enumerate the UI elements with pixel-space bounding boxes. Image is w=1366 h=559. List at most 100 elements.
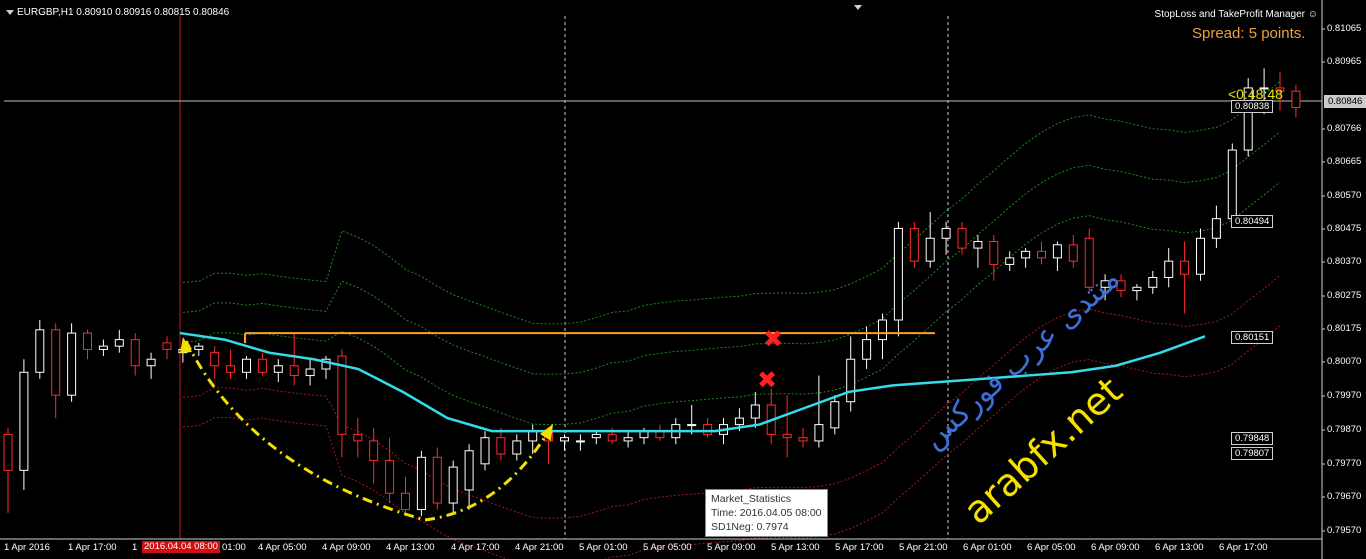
candle-body	[114, 339, 124, 347]
candle	[432, 447, 442, 510]
candle	[560, 434, 569, 451]
candle	[67, 323, 77, 402]
price-axis-label: 0.80370	[1327, 256, 1362, 267]
price-axis-label: 0.81065	[1327, 23, 1362, 34]
candle-body	[798, 437, 808, 442]
time-axis-label: 1 Apr 2016	[4, 542, 50, 553]
candle-body	[194, 345, 204, 350]
candle-body	[734, 417, 744, 426]
price-axis-label: 0.80965	[1327, 56, 1362, 67]
candle-body	[703, 424, 713, 435]
band-upper-2	[182, 131, 1281, 375]
candle-body	[353, 433, 363, 442]
candle-body	[1037, 250, 1046, 259]
time-axis-label: 5 Apr 09:00	[707, 542, 756, 553]
triangle-down-icon	[6, 9, 14, 15]
candle	[1148, 270, 1158, 294]
candle	[1164, 248, 1174, 288]
candle	[464, 444, 474, 510]
candle-body	[35, 329, 45, 373]
candle	[1291, 84, 1301, 118]
chart-shift-marker	[854, 5, 862, 10]
candle	[1037, 241, 1046, 265]
current-price-tag: 0.80846	[1324, 95, 1366, 108]
time-axis-label: 4 Apr 13:00	[386, 542, 435, 553]
candle-body	[305, 368, 315, 377]
candle-body	[1164, 260, 1174, 278]
candle	[1052, 241, 1062, 271]
candle	[957, 221, 967, 255]
time-axis-label: 1	[132, 542, 138, 553]
axis-frame	[0, 0, 1325, 559]
price-axis-label: 0.79970	[1327, 390, 1362, 401]
candle-body	[210, 352, 220, 367]
candle-body	[273, 365, 283, 373]
candle	[305, 359, 315, 386]
candle	[226, 349, 236, 379]
candle	[98, 339, 108, 356]
candle-body	[750, 404, 760, 419]
chart-canvas[interactable]	[0, 0, 1366, 559]
candle-body	[1132, 286, 1142, 292]
candle	[878, 313, 887, 360]
candle	[496, 427, 506, 461]
time-axis-label: 1 Apr 17:00	[68, 542, 117, 553]
candle-body	[1021, 250, 1031, 259]
candle	[146, 352, 156, 379]
price-tag-level1: 0.80838	[1231, 100, 1274, 113]
candle-body	[878, 319, 887, 341]
candle-body	[385, 460, 395, 494]
candle-body	[3, 433, 13, 471]
x-mark-icon: ✖	[757, 366, 778, 394]
candle-body	[401, 492, 410, 511]
candle	[210, 346, 220, 379]
candle	[766, 388, 776, 445]
price-axis-label: 0.80175	[1327, 323, 1362, 334]
indicator-bands	[182, 80, 1281, 559]
candle	[512, 434, 522, 461]
candle-body	[893, 227, 903, 321]
candle-body	[146, 358, 156, 367]
candle	[1180, 241, 1190, 314]
candle	[1005, 251, 1015, 271]
candle-body	[1196, 237, 1205, 275]
candle-body	[416, 456, 426, 511]
candle-body	[19, 371, 29, 471]
candle-body	[591, 433, 601, 439]
candle-body	[909, 227, 919, 262]
time-axis-label: 6 Apr 05:00	[1027, 542, 1076, 553]
candle-body	[957, 227, 967, 249]
candle	[401, 476, 410, 517]
candle-body	[289, 365, 299, 377]
price-axis-label: 0.80570	[1327, 190, 1362, 201]
candle	[925, 212, 935, 268]
candle-body	[989, 241, 999, 265]
candle-body	[623, 437, 633, 442]
arrow-head	[180, 337, 192, 353]
candle	[1211, 205, 1221, 249]
candle-body	[51, 329, 61, 396]
candle	[1132, 284, 1142, 301]
price-tag-level4: 0.79848	[1231, 432, 1274, 445]
candle	[130, 333, 140, 376]
symbol-info: EURGBP,H1 0.80910 0.80916 0.80815 0.8084…	[17, 7, 230, 18]
candle-body	[83, 332, 92, 350]
price-axis-label: 0.80475	[1327, 223, 1362, 234]
candle-body	[226, 365, 236, 373]
price-axis-label: 0.79670	[1327, 491, 1362, 502]
candle	[814, 375, 824, 448]
candle	[1021, 248, 1031, 268]
candle-body	[1052, 244, 1062, 259]
x-mark-icon: ✖	[763, 325, 784, 353]
candle-body	[1180, 260, 1190, 275]
smiley-icon[interactable]: ☺	[1308, 9, 1318, 20]
candle-body	[528, 430, 538, 442]
candle	[750, 391, 760, 428]
candle	[703, 418, 713, 438]
candle	[1068, 235, 1078, 268]
price-axis-label: 0.79770	[1327, 458, 1362, 469]
candle	[19, 359, 29, 490]
candle-body	[941, 227, 951, 239]
price-axis-label: 0.79870	[1327, 424, 1362, 435]
candle-body	[575, 440, 585, 443]
